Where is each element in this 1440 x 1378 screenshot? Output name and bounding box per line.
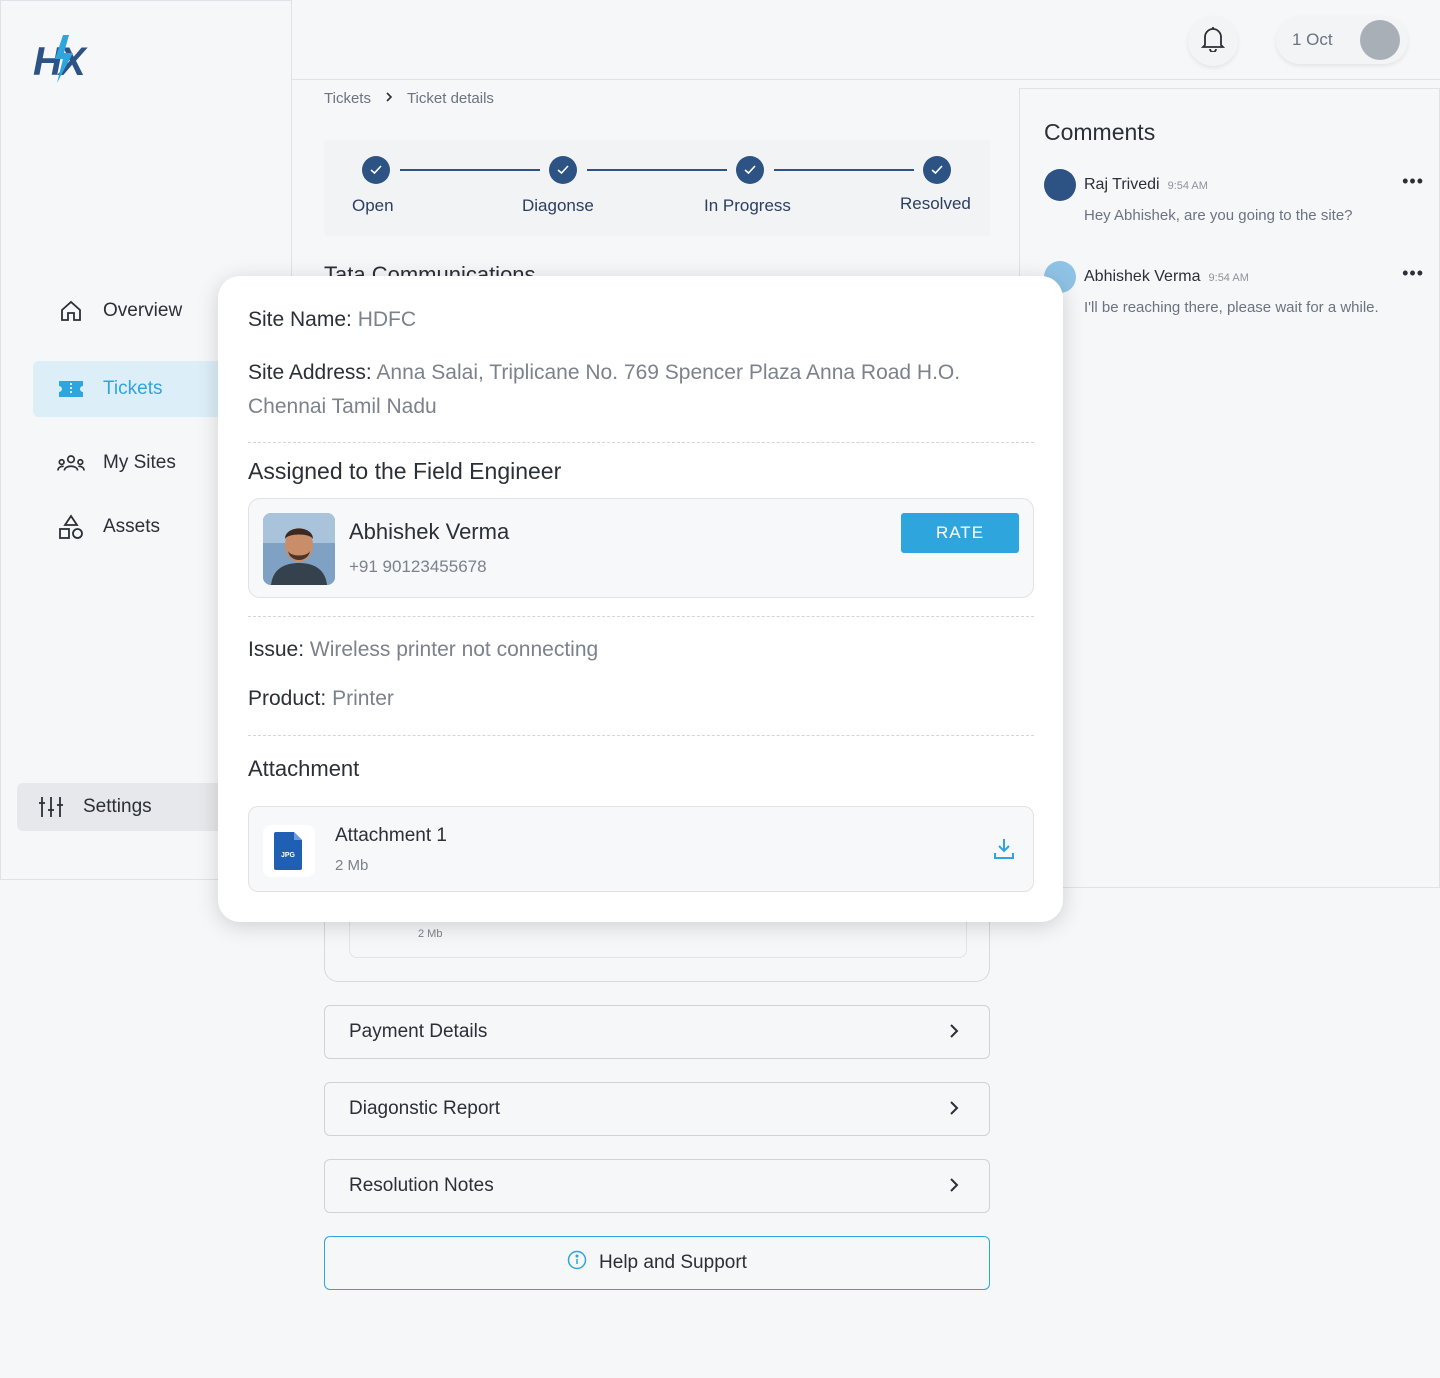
comment-author: Abhishek Verma	[1084, 268, 1201, 285]
step-label-diagnose: Diagonse	[522, 196, 594, 215]
site-address-row: Site Address: Anna Salai, Triplicane No.…	[248, 356, 1038, 424]
comment-time: 9:54 AM	[1208, 272, 1249, 284]
step-diagnose-check-icon	[549, 156, 577, 184]
chevron-right-icon	[385, 90, 393, 107]
engineer-card: Abhishek Verma +91 90123455678 RATE	[248, 498, 1034, 598]
sidebar-item-label: Assets	[103, 516, 161, 537]
issue-label: Issue:	[248, 638, 305, 661]
profile-date-pill[interactable]: 1 Oct	[1276, 16, 1408, 64]
site-name-label: Site Name:	[248, 308, 352, 331]
chevron-right-icon	[949, 1100, 959, 1122]
attachment-name: Attachment 1	[335, 825, 447, 846]
sidebar-item-label: My Sites	[103, 452, 176, 473]
comment-author: Raj Trivedi	[1084, 176, 1160, 193]
sliders-icon	[37, 793, 65, 821]
product-row: Product: Printer	[248, 687, 394, 711]
comment-text: I'll be reaching there, please wait for …	[1084, 299, 1379, 316]
step-resolved-check-icon	[923, 156, 951, 184]
rate-button[interactable]: RATE	[901, 513, 1019, 553]
info-icon	[567, 1250, 587, 1276]
current-date: 1 Oct	[1292, 30, 1333, 49]
section-label: Resolution Notes	[349, 1175, 494, 1196]
issue-row: Issue: Wireless printer not connecting	[248, 638, 598, 662]
site-name-value: HDFC	[357, 308, 417, 331]
notification-button[interactable]	[1188, 16, 1238, 66]
sidebar-item-label: Overview	[103, 300, 183, 321]
bell-icon	[1200, 26, 1226, 57]
jpg-file-icon: JPG	[263, 825, 315, 877]
issue-value: Wireless printer not connecting	[309, 638, 599, 661]
section-label: Diagonstic Report	[349, 1098, 501, 1119]
attachment-heading: Attachment	[248, 756, 360, 781]
breadcrumb: Tickets Ticket details	[324, 90, 494, 107]
top-bar: 1 Oct	[292, 0, 1440, 80]
dashed-divider	[248, 616, 1034, 617]
site-name-row: Site Name: HDFC	[248, 308, 416, 332]
comment-text: Hey Abhishek, are you going to the site?	[1084, 207, 1353, 224]
engineer-heading: Assigned to the Field Engineer	[248, 458, 562, 484]
step-connector	[400, 169, 540, 171]
ticket-icon	[57, 375, 85, 403]
hx-logo[interactable]: H X	[33, 31, 93, 87]
step-connector	[587, 169, 727, 171]
section-label: Payment Details	[349, 1021, 488, 1042]
comments-panel: Comments Raj Trivedi 9:54 AM ••• Hey Abhi…	[1019, 88, 1440, 888]
breadcrumb-root[interactable]: Tickets	[324, 90, 371, 107]
step-label-in-progress: In Progress	[704, 196, 791, 215]
home-icon	[57, 297, 85, 325]
step-label-resolved: Resolved	[900, 194, 971, 213]
chevron-right-icon	[949, 1023, 959, 1045]
product-label: Product:	[248, 687, 327, 710]
attachment-size: 2 Mb	[335, 857, 369, 874]
engineer-name: Abhishek Verma	[349, 519, 510, 544]
attachment-size: 2 Mb	[418, 928, 443, 940]
dashed-divider	[248, 442, 1034, 443]
payment-details-section[interactable]: Payment Details	[324, 1005, 990, 1059]
user-avatar[interactable]	[1360, 20, 1400, 60]
comment-time: 9:54 AM	[1167, 180, 1208, 192]
step-label-open: Open	[352, 196, 394, 215]
help-and-support-button[interactable]: Help and Support	[324, 1236, 990, 1290]
comment-avatar	[1044, 169, 1076, 201]
file-type-label: JPG	[281, 852, 296, 859]
download-icon[interactable]	[993, 837, 1015, 866]
more-options-icon[interactable]: •••	[1402, 263, 1424, 284]
dashed-divider	[248, 735, 1034, 736]
step-open-check-icon	[362, 156, 390, 184]
diagnostic-report-section[interactable]: Diagonstic Report	[324, 1082, 990, 1136]
resolution-notes-section[interactable]: Resolution Notes	[324, 1159, 990, 1213]
more-options-icon[interactable]: •••	[1402, 171, 1424, 192]
shapes-icon	[57, 513, 85, 541]
breadcrumb-current: Ticket details	[406, 90, 494, 107]
company-name: Tata Communications	[324, 262, 536, 276]
site-address-label: Site Address:	[248, 361, 372, 384]
ticket-details-popup: Site Name: HDFC Site Address: Anna Salai…	[218, 276, 1063, 922]
settings-label: Settings	[83, 796, 152, 817]
people-icon	[57, 449, 85, 477]
engineer-phone: +91 90123455678	[349, 557, 487, 576]
help-label: Help and Support	[599, 1252, 747, 1273]
comments-title: Comments	[1044, 119, 1156, 145]
sidebar-item-label: Tickets	[103, 378, 163, 399]
step-connector	[774, 169, 914, 171]
engineer-photo	[263, 513, 335, 585]
chevron-right-icon	[949, 1177, 959, 1199]
step-in-progress-check-icon	[736, 156, 764, 184]
attachment-row[interactable]: JPG Attachment 1 2 Mb	[248, 806, 1034, 892]
product-value: Printer	[332, 687, 394, 710]
ticket-progress: Open Diagonse In Progress Resolved	[324, 140, 990, 236]
